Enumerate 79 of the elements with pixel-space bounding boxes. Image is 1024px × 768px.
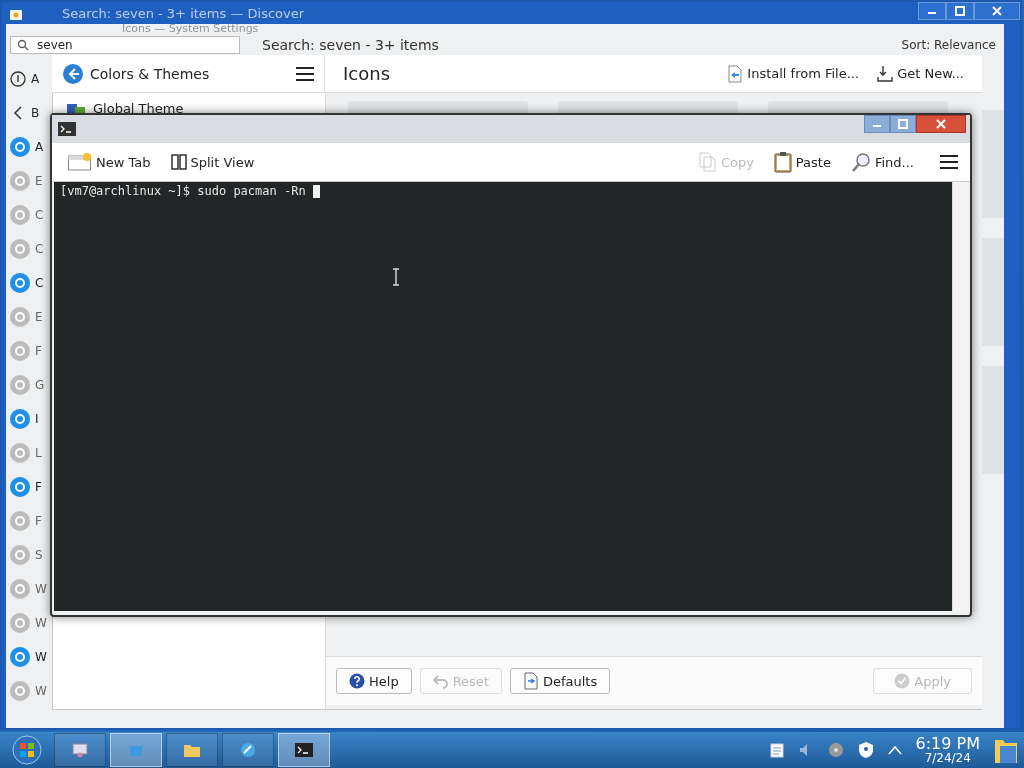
- toolbar-button[interactable]: Find...: [846, 152, 918, 172]
- taskbar-button[interactable]: [54, 733, 106, 767]
- undo-icon: [432, 673, 449, 689]
- toolbar-button[interactable]: Install from File...: [727, 64, 860, 83]
- sidebar-item[interactable]: I: [35, 412, 39, 426]
- close-button[interactable]: [974, 2, 1020, 20]
- sidebar-item[interactable]: F: [35, 344, 42, 358]
- sort-menu[interactable]: Sort: Relevance: [901, 38, 996, 52]
- back-icon[interactable]: [62, 62, 84, 85]
- clock-time[interactable]: 6:19 PM: [915, 736, 980, 752]
- clipboard-icon: [773, 151, 792, 173]
- close-button[interactable]: [916, 115, 966, 133]
- page-title: Icons: [343, 63, 390, 84]
- sidebar-item[interactable]: L: [35, 446, 42, 460]
- info-icon: [10, 71, 26, 87]
- search-icon: [850, 152, 871, 172]
- maximize-icon: [898, 119, 908, 129]
- terminal-screen[interactable]: [vm7@archlinux ~]$ sudo pacman -Rn: [54, 182, 952, 611]
- terminal-line: [vm7@archlinux ~]$ sudo pacman -Rn: [60, 184, 306, 198]
- toolbar-button[interactable]: Split View: [166, 154, 259, 170]
- menu-icon[interactable]: [940, 155, 958, 169]
- sidebar-item[interactable]: A: [35, 140, 44, 154]
- sidebar-item[interactable]: G: [35, 378, 45, 392]
- split-view-icon: [170, 154, 187, 170]
- sidebar-item[interactable]: S: [35, 548, 43, 562]
- chevron-up-icon[interactable]: [887, 745, 902, 755]
- toolbar-button[interactable]: Paste: [769, 151, 835, 173]
- sidebar-item[interactable]: E: [35, 310, 43, 324]
- shield-icon[interactable]: [857, 741, 874, 759]
- menu-icon[interactable]: [296, 66, 314, 81]
- maximize-icon: [955, 6, 965, 16]
- sidebar-item[interactable]: C: [35, 242, 44, 256]
- disc-icon[interactable]: [827, 742, 844, 758]
- folder-icon: [183, 742, 201, 758]
- sidebar-item[interactable]: Global Theme: [93, 101, 184, 116]
- help-icon: [349, 673, 365, 689]
- sidebar-item[interactable]: W: [35, 650, 47, 664]
- download-icon: [877, 64, 894, 83]
- sidebar-item[interactable]: C: [35, 276, 44, 290]
- search-icon: [17, 39, 29, 51]
- sidebar-item[interactable]: W: [35, 684, 47, 698]
- terminal-icon: [295, 743, 313, 757]
- minimize-button[interactable]: [864, 115, 890, 133]
- close-icon: [936, 119, 946, 129]
- toolbar-button[interactable]: Get New...: [877, 64, 964, 83]
- close-icon: [992, 6, 1002, 16]
- sidebar-item[interactable]: F: [35, 480, 42, 494]
- back-link[interactable]: B: [31, 106, 40, 120]
- taskbar-button[interactable]: [166, 733, 218, 767]
- window-title: Search: seven - 3+ items — Discover: [62, 5, 305, 21]
- page-heading: Search: seven - 3+ items: [262, 37, 439, 53]
- new-tab-icon: [68, 153, 92, 171]
- minimize-button[interactable]: [918, 2, 946, 20]
- clipboard-icon[interactable]: [769, 742, 784, 758]
- clock-date[interactable]: 7/24/24: [924, 752, 971, 764]
- scrollbar[interactable]: [952, 182, 968, 611]
- toolbar-button[interactable]: New Tab: [64, 153, 155, 171]
- copy-icon: [698, 152, 717, 172]
- globe-icon: [240, 742, 256, 758]
- maximize-button[interactable]: [890, 115, 916, 133]
- sidebar-item[interactable]: A: [31, 72, 40, 86]
- check-icon: [894, 673, 911, 689]
- sidebar-item[interactable]: W: [35, 616, 47, 630]
- mouse-pointer-icon: [392, 268, 400, 286]
- text-cursor: [312, 184, 320, 198]
- dialog-button[interactable]: Defaults: [509, 668, 611, 694]
- maximize-button[interactable]: [946, 2, 974, 20]
- section-title: Colors & Themes: [90, 65, 210, 82]
- sidebar-item[interactable]: E: [35, 174, 43, 188]
- search-field[interactable]: seven: [10, 36, 240, 54]
- window-title: Icons — System Settings: [122, 22, 259, 35]
- sidebar-item[interactable]: W: [35, 582, 47, 596]
- sidebar-item[interactable]: F: [35, 514, 42, 528]
- dialog-button[interactable]: Help: [336, 668, 412, 694]
- terminal-icon: [58, 122, 76, 136]
- document-icon: [522, 672, 539, 690]
- start-button[interactable]: [12, 735, 42, 765]
- file-icon: [727, 64, 744, 83]
- sidebar-item[interactable]: C: [35, 208, 44, 222]
